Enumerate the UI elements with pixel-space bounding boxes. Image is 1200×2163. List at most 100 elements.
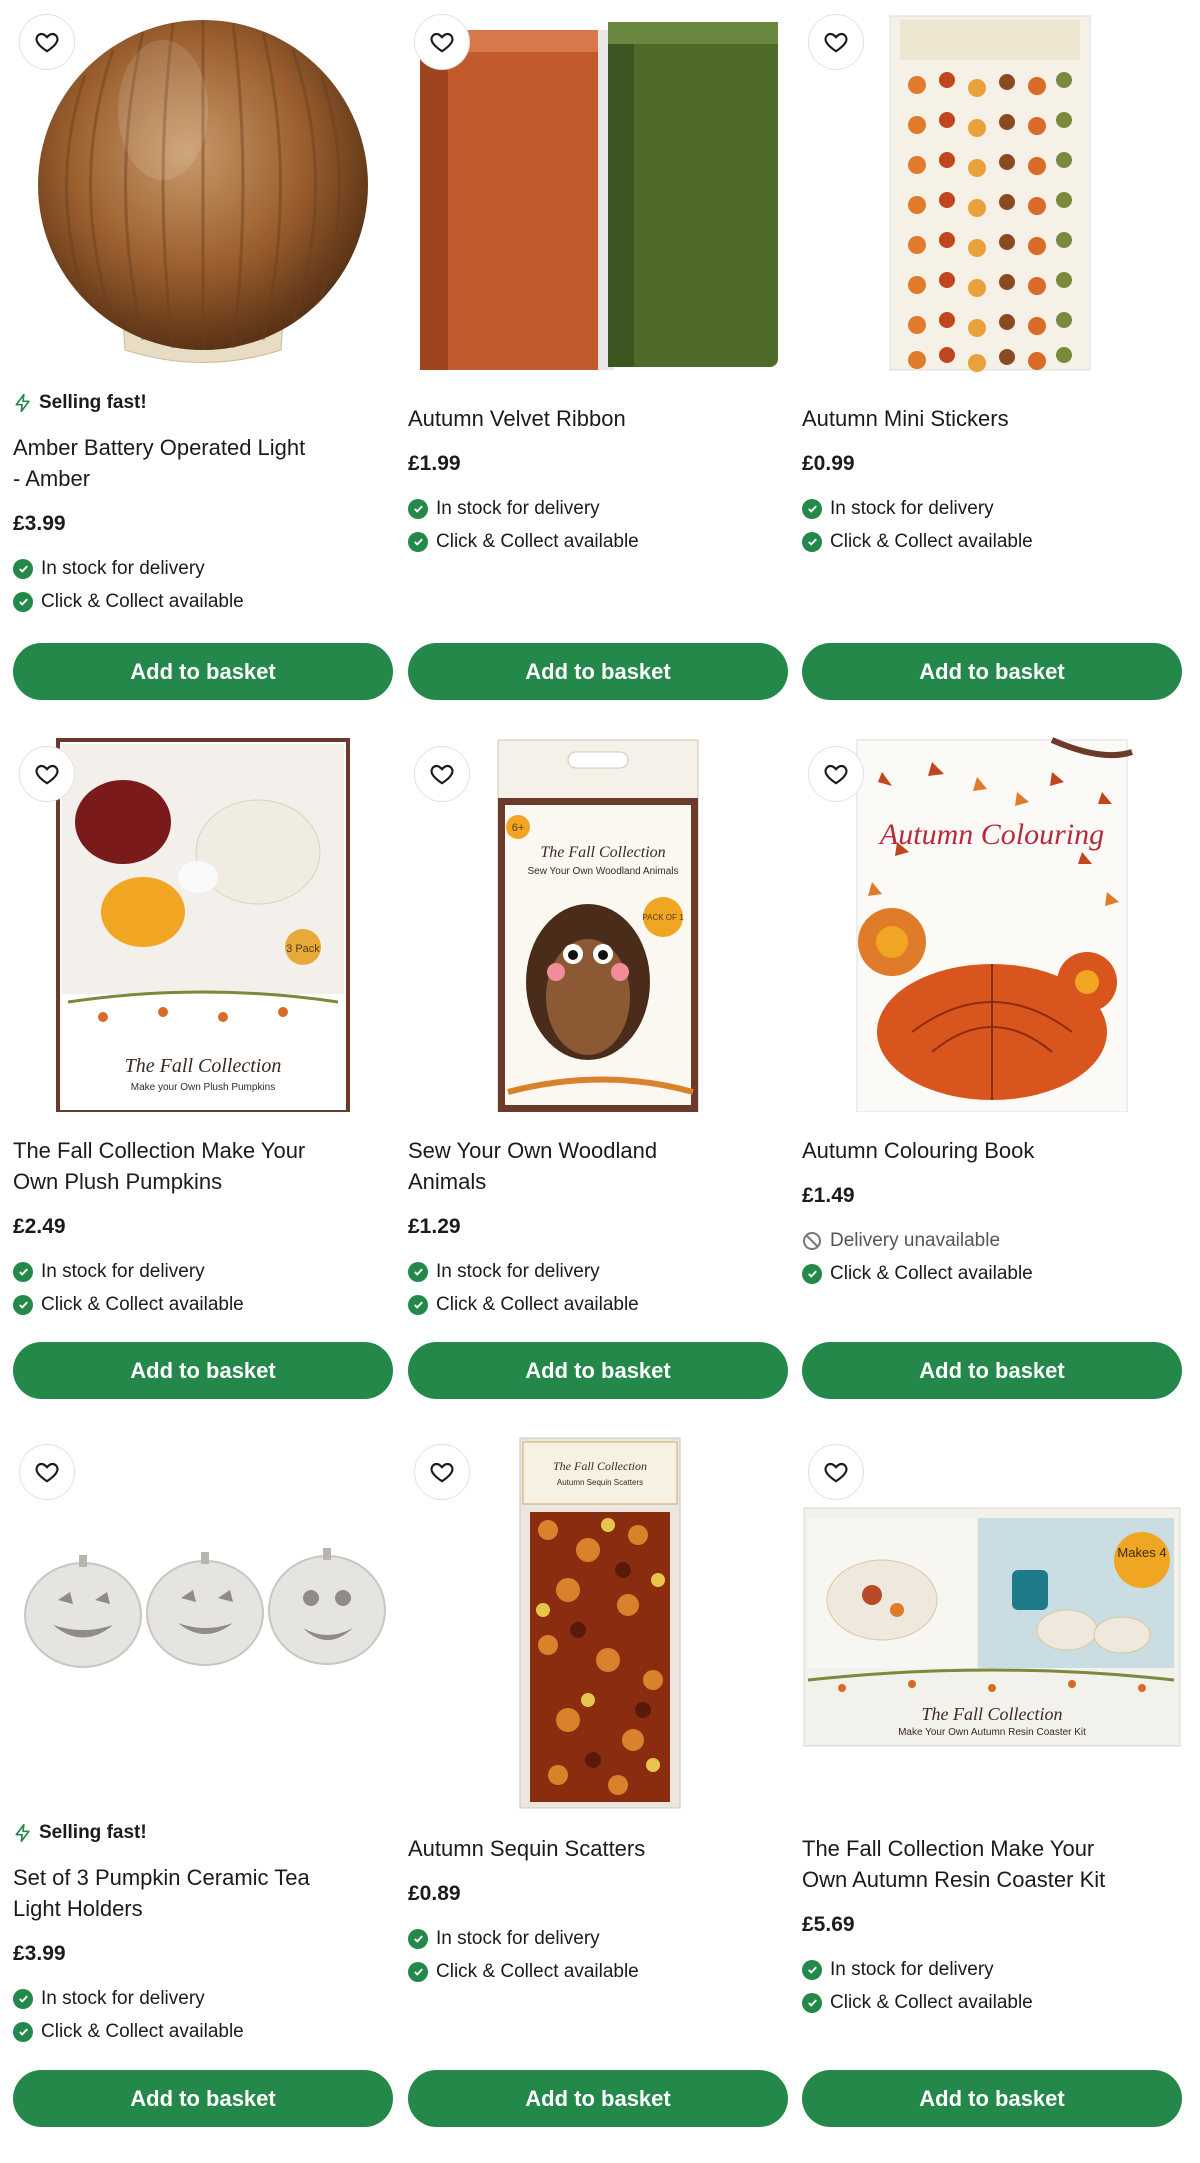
availability: In stock for delivery Click & Collect av… bbox=[802, 492, 1182, 558]
check-icon bbox=[13, 1294, 33, 1315]
collect-status: Click & Collect available bbox=[802, 1986, 1182, 2019]
favourite-heart-icon[interactable] bbox=[808, 746, 864, 802]
add-to-basket-button[interactable]: Add to basket bbox=[408, 643, 788, 700]
product-title[interactable]: The Fall Collection Make Your Own Autumn… bbox=[802, 1833, 1182, 1895]
product-image[interactable] bbox=[13, 0, 393, 380]
check-icon bbox=[408, 531, 428, 552]
product-title[interactable]: Autumn Velvet Ribbon bbox=[408, 403, 788, 434]
product-image[interactable] bbox=[802, 0, 1182, 380]
product-title[interactable]: Sew Your Own Woodland Animals bbox=[408, 1135, 788, 1197]
collect-status: Click & Collect available bbox=[13, 585, 393, 618]
collect-status: Click & Collect available bbox=[408, 1288, 788, 1321]
box-subtitle: Sew Your Own Woodland Animals bbox=[527, 866, 678, 877]
check-icon bbox=[802, 1263, 822, 1284]
product-title[interactable]: Set of 3 Pumpkin Ceramic Tea Light Holde… bbox=[13, 1862, 393, 1924]
check-icon bbox=[13, 1261, 33, 1282]
box-title: The Fall Collection bbox=[922, 1704, 1063, 1724]
age-badge: 6+ bbox=[512, 822, 525, 834]
check-icon bbox=[802, 1992, 822, 2013]
product-title[interactable]: Autumn Colouring Book bbox=[802, 1135, 1182, 1166]
check-icon bbox=[408, 1928, 428, 1949]
check-icon bbox=[802, 531, 822, 552]
check-icon bbox=[802, 498, 822, 519]
box-subtitle: Autumn Sequin Scatters bbox=[557, 1478, 643, 1487]
product-price: £5.69 bbox=[802, 1913, 855, 1936]
add-to-basket-button[interactable]: Add to basket bbox=[408, 2070, 788, 2127]
product-image[interactable]: Makes 4 The Fall Collection Make Your Ow… bbox=[802, 1430, 1182, 1810]
box-subtitle: Make Your Own Autumn Resin Coaster Kit bbox=[898, 1727, 1086, 1738]
add-to-basket-button[interactable]: Add to basket bbox=[408, 1342, 788, 1399]
product-price: £1.99 bbox=[408, 452, 461, 475]
availability: In stock for delivery Click & Collect av… bbox=[13, 1982, 393, 2048]
availability: In stock for delivery Click & Collect av… bbox=[13, 1255, 393, 1321]
favourite-heart-icon[interactable] bbox=[808, 14, 864, 70]
availability: In stock for delivery Click & Collect av… bbox=[13, 552, 393, 618]
availability: Delivery unavailable Click & Collect ava… bbox=[802, 1224, 1182, 1290]
check-icon bbox=[408, 1961, 428, 1982]
product-price: £2.49 bbox=[13, 1215, 66, 1238]
product-price: £0.99 bbox=[802, 452, 855, 475]
collect-status: Click & Collect available bbox=[802, 1257, 1182, 1290]
box-subtitle: Make your Own Plush Pumpkins bbox=[131, 1082, 276, 1093]
makes-badge: Makes 4 bbox=[1117, 1545, 1166, 1560]
box-title: The Fall Collection bbox=[125, 1055, 282, 1077]
delivery-status: Delivery unavailable bbox=[802, 1224, 1182, 1257]
delivery-status: In stock for delivery bbox=[408, 1255, 788, 1288]
check-icon bbox=[13, 2021, 33, 2042]
add-to-basket-button[interactable]: Add to basket bbox=[13, 643, 393, 700]
product-price: £0.89 bbox=[408, 1882, 461, 1905]
product-image[interactable]: 3 Pack The Fall Collection Make your Own… bbox=[13, 732, 393, 1112]
pack-label: 3 Pack bbox=[286, 943, 320, 955]
delivery-status: In stock for delivery bbox=[408, 492, 788, 525]
favourite-heart-icon[interactable] bbox=[414, 14, 470, 70]
product-price: £3.99 bbox=[13, 1942, 66, 1965]
box-title: Autumn Colouring bbox=[878, 818, 1104, 851]
availability: In stock for delivery Click & Collect av… bbox=[408, 1255, 788, 1321]
lightning-icon bbox=[15, 393, 30, 413]
product-title[interactable]: Autumn Mini Stickers bbox=[802, 403, 1182, 434]
delivery-status: In stock for delivery bbox=[802, 1953, 1182, 1986]
product-image[interactable] bbox=[13, 1430, 393, 1810]
add-to-basket-button[interactable]: Add to basket bbox=[13, 2070, 393, 2127]
availability: In stock for delivery Click & Collect av… bbox=[408, 1922, 788, 1988]
add-to-basket-button[interactable]: Add to basket bbox=[802, 2070, 1182, 2127]
product-image[interactable] bbox=[408, 0, 788, 380]
selling-fast-badge: Selling fast! bbox=[13, 388, 393, 418]
product-image[interactable]: Autumn Colouring bbox=[802, 732, 1182, 1112]
favourite-heart-icon[interactable] bbox=[19, 1444, 75, 1500]
product-title[interactable]: The Fall Collection Make Your Own Plush … bbox=[13, 1135, 393, 1197]
collect-status: Click & Collect available bbox=[802, 525, 1182, 558]
collect-status: Click & Collect available bbox=[13, 2015, 393, 2048]
pack-label: PACK OF 1 bbox=[642, 913, 684, 922]
product-image[interactable]: The Fall Collection Autumn Sequin Scatte… bbox=[408, 1430, 788, 1810]
check-icon bbox=[408, 498, 428, 519]
check-icon bbox=[13, 1988, 33, 2009]
favourite-heart-icon[interactable] bbox=[414, 1444, 470, 1500]
delivery-status: In stock for delivery bbox=[802, 492, 1182, 525]
favourite-heart-icon[interactable] bbox=[19, 14, 75, 70]
check-icon bbox=[13, 591, 33, 612]
delivery-status: In stock for delivery bbox=[13, 1982, 393, 2015]
lightning-icon bbox=[15, 1823, 30, 1843]
favourite-heart-icon[interactable] bbox=[808, 1444, 864, 1500]
add-to-basket-button[interactable]: Add to basket bbox=[802, 643, 1182, 700]
product-image[interactable]: 6+ The Fall Collection Sew Your Own Wood… bbox=[408, 732, 788, 1112]
unavailable-icon bbox=[803, 1231, 821, 1250]
product-price: £1.49 bbox=[802, 1184, 855, 1207]
check-icon bbox=[408, 1294, 428, 1315]
product-title[interactable]: Amber Battery Operated Light - Amber bbox=[13, 432, 393, 494]
collect-status: Click & Collect available bbox=[408, 525, 788, 558]
check-icon bbox=[802, 1959, 822, 1980]
delivery-status: In stock for delivery bbox=[408, 1922, 788, 1955]
collect-status: Click & Collect available bbox=[408, 1955, 788, 1988]
product-price: £1.29 bbox=[408, 1215, 461, 1238]
add-to-basket-button[interactable]: Add to basket bbox=[13, 1342, 393, 1399]
product-title[interactable]: Autumn Sequin Scatters bbox=[408, 1833, 788, 1864]
availability: In stock for delivery Click & Collect av… bbox=[408, 492, 788, 558]
check-icon bbox=[13, 558, 33, 579]
favourite-heart-icon[interactable] bbox=[19, 746, 75, 802]
box-title: The Fall Collection bbox=[540, 844, 665, 861]
add-to-basket-button[interactable]: Add to basket bbox=[802, 1342, 1182, 1399]
favourite-heart-icon[interactable] bbox=[414, 746, 470, 802]
box-title: The Fall Collection bbox=[553, 1459, 647, 1473]
